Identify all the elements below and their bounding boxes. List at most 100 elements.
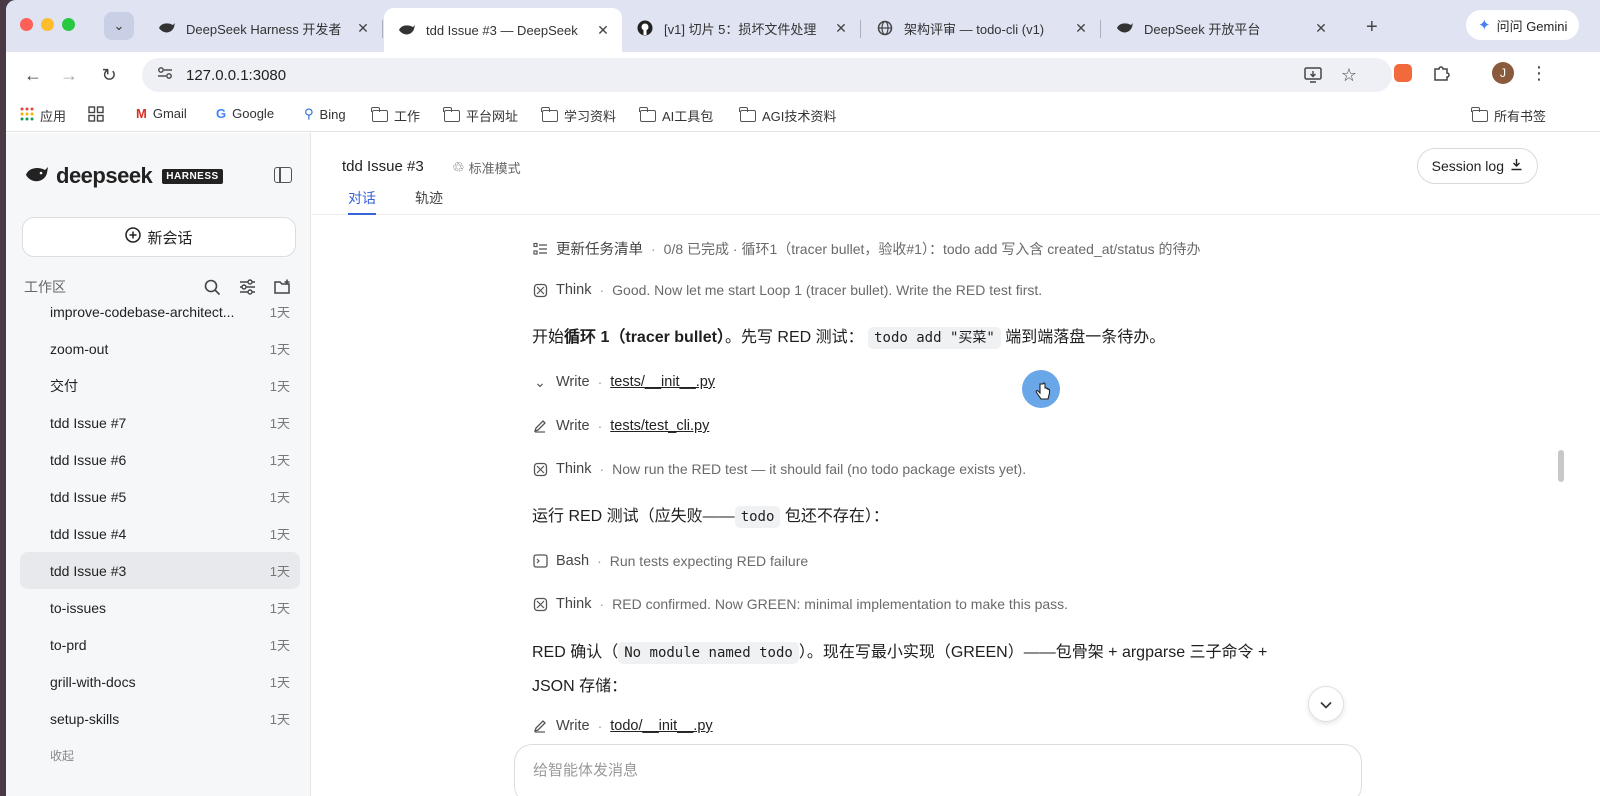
bookmark-apps[interactable]: 应用: [20, 106, 66, 125]
tab-groups-icon[interactable]: [88, 106, 104, 122]
toggle-sidebar-icon[interactable]: [274, 167, 292, 183]
assistant-message: RED 确认（ No module named todo ）。现在写最小实现（GRE…: [532, 642, 1268, 695]
close-icon[interactable]: ✕: [832, 20, 850, 37]
scrollbar-thumb[interactable]: [1558, 450, 1564, 482]
think-row[interactable]: Think · RED confirmed. Now GREEN: minima…: [532, 596, 1068, 612]
bookmark-gmail[interactable]: M Gmail: [136, 106, 187, 121]
reload-icon: ↻: [101, 64, 117, 85]
workspace-label: 工作区: [24, 279, 66, 295]
folder-icon: [443, 106, 460, 122]
file-link[interactable]: tests/test_cli.py: [610, 418, 709, 434]
window-controls: [20, 18, 75, 31]
filter-icon[interactable]: [237, 277, 257, 297]
scroll-to-bottom-button[interactable]: [1308, 686, 1344, 722]
close-icon[interactable]: ✕: [1072, 20, 1090, 37]
forward-button[interactable]: →: [56, 62, 82, 88]
tab-trace[interactable]: 轨迹: [415, 188, 443, 208]
task-list-update-row[interactable]: 更新任务清单 · 0/8 已完成 · 循环1（tracer bullet，验收#…: [532, 238, 1201, 259]
globe-icon: [876, 19, 894, 37]
terminal-icon: [532, 553, 548, 569]
bookmark-folder-agi[interactable]: AGI技术资料: [739, 106, 836, 125]
bookmark-google[interactable]: G Google: [216, 106, 274, 121]
gemini-button[interactable]: ✦ 问问 Gemini: [1466, 10, 1580, 40]
chevron-down-icon: ⌄: [113, 18, 125, 33]
file-link[interactable]: tests/__init__.py: [610, 374, 715, 390]
deepseek-icon: [158, 19, 176, 37]
list-item[interactable]: setup-skills 1天: [20, 700, 300, 737]
browser-tab[interactable]: DeepSeek Harness 开发者 ✕: [144, 8, 382, 48]
bookmark-folder-study[interactable]: 学习资料: [541, 106, 616, 125]
brain-icon: [532, 596, 548, 612]
message-input[interactable]: 给智能体发消息: [514, 744, 1362, 796]
close-icon[interactable]: ✕: [594, 22, 612, 39]
think-row[interactable]: Think · Now run the RED test — it should…: [532, 461, 1026, 477]
write-row[interactable]: Write · todo/__init__.py: [532, 718, 713, 734]
browser-tab-active[interactable]: tdd Issue #3 — DeepSeek ✕: [384, 8, 622, 52]
list-item[interactable]: to-prd 1天: [20, 626, 300, 663]
gmail-icon: M: [136, 106, 147, 121]
list-item[interactable]: to-issues 1天: [20, 589, 300, 626]
folder-icon: [1471, 106, 1488, 122]
close-icon[interactable]: ✕: [1312, 20, 1330, 37]
page-title: tdd Issue #3: [342, 158, 424, 175]
chevron-down-icon: ⌄: [534, 373, 546, 390]
all-bookmarks[interactable]: 所有书签: [1471, 106, 1546, 125]
tab-search-button[interactable]: ⌄: [104, 12, 134, 40]
list-item[interactable]: tdd Issue #4 1天: [20, 515, 300, 552]
google-icon: G: [216, 106, 227, 121]
puzzle-icon[interactable]: [1428, 60, 1454, 86]
bookmark-folder-platforms[interactable]: 平台网址: [443, 106, 518, 125]
list-item-active[interactable]: tdd Issue #3 1天: [20, 552, 300, 589]
bookmark-folder-ai-tools[interactable]: AI工具包: [639, 106, 713, 125]
list-item[interactable]: tdd Issue #7 1天: [20, 404, 300, 441]
hand-pointer-icon: [1034, 382, 1052, 402]
new-folder-icon[interactable]: [272, 277, 292, 297]
session-list: improve-codebase-architect... 1天 zoom-out…: [20, 305, 300, 737]
close-icon[interactable]: ✕: [354, 20, 372, 37]
pencil-icon: [532, 418, 548, 434]
reload-button[interactable]: ↻: [96, 62, 122, 88]
bash-row[interactable]: Bash · Run tests expecting RED failure: [532, 553, 808, 569]
zoom-window-button[interactable]: [62, 18, 75, 31]
search-icon[interactable]: [202, 277, 222, 297]
conversation-header: tdd Issue #3 ♲ 标准模式 对话 轨迹 Session log: [312, 133, 1600, 215]
new-tab-button[interactable]: +: [1366, 16, 1378, 39]
address-bar[interactable]: 127.0.0.1:3080 ☆: [142, 58, 1392, 92]
browser-tab[interactable]: 架构评审 — todo-cli (v1) ✕: [862, 8, 1100, 48]
extension-icon[interactable]: [1390, 60, 1416, 86]
logo: deepseek HARNESS: [24, 163, 223, 189]
install-app-icon[interactable]: [1302, 64, 1324, 86]
list-item[interactable]: tdd Issue #5 1天: [20, 478, 300, 515]
collapse-button[interactable]: 收起: [50, 747, 74, 764]
site-info-icon[interactable]: [156, 66, 174, 84]
list-item[interactable]: grill-with-docs 1天: [20, 663, 300, 700]
close-window-button[interactable]: [20, 18, 33, 31]
avatar[interactable]: J: [1490, 60, 1516, 86]
write-row-expanded[interactable]: ⌄ Write · tests/__init__.py: [532, 373, 715, 391]
mode-indicator[interactable]: ♲ 标准模式: [452, 158, 521, 177]
think-row[interactable]: Think · Good. Now let me start Loop 1 (t…: [532, 282, 1042, 298]
search-icon: ⚲: [304, 106, 314, 121]
tab-conversation[interactable]: 对话: [348, 188, 376, 215]
browser-tab[interactable]: [v1] 切片 5：损坏文件处理 ✕: [622, 8, 860, 48]
bookmark-star-icon[interactable]: ☆: [1338, 64, 1360, 86]
minimize-window-button[interactable]: [41, 18, 54, 31]
menu-icon[interactable]: ⋮: [1526, 60, 1552, 86]
session-log-button[interactable]: Session log: [1416, 148, 1538, 184]
back-button[interactable]: ←: [20, 62, 46, 88]
sidebar: deepseek HARNESS 新会话 工作区 improve-codebas…: [6, 133, 311, 796]
bookmark-folder-work[interactable]: 工作: [371, 106, 420, 125]
github-icon: [636, 19, 654, 37]
folder-icon: [371, 106, 388, 122]
list-item[interactable]: 交付 1天: [20, 367, 300, 404]
browser-tab[interactable]: DeepSeek 开放平台 ✕: [1102, 8, 1340, 48]
list-item[interactable]: zoom-out 1天: [20, 330, 300, 367]
list-item[interactable]: tdd Issue #6 1天: [20, 441, 300, 478]
write-row[interactable]: Write · tests/test_cli.py: [532, 418, 709, 434]
deepseek-icon: [398, 21, 416, 39]
sparkle-icon: ✦: [1478, 17, 1491, 34]
file-link[interactable]: todo/__init__.py: [610, 718, 712, 734]
new-chat-button[interactable]: 新会话: [22, 217, 296, 257]
bookmark-bing[interactable]: ⚲ Bing: [304, 106, 346, 122]
list-item[interactable]: improve-codebase-architect... 1天: [20, 305, 300, 330]
